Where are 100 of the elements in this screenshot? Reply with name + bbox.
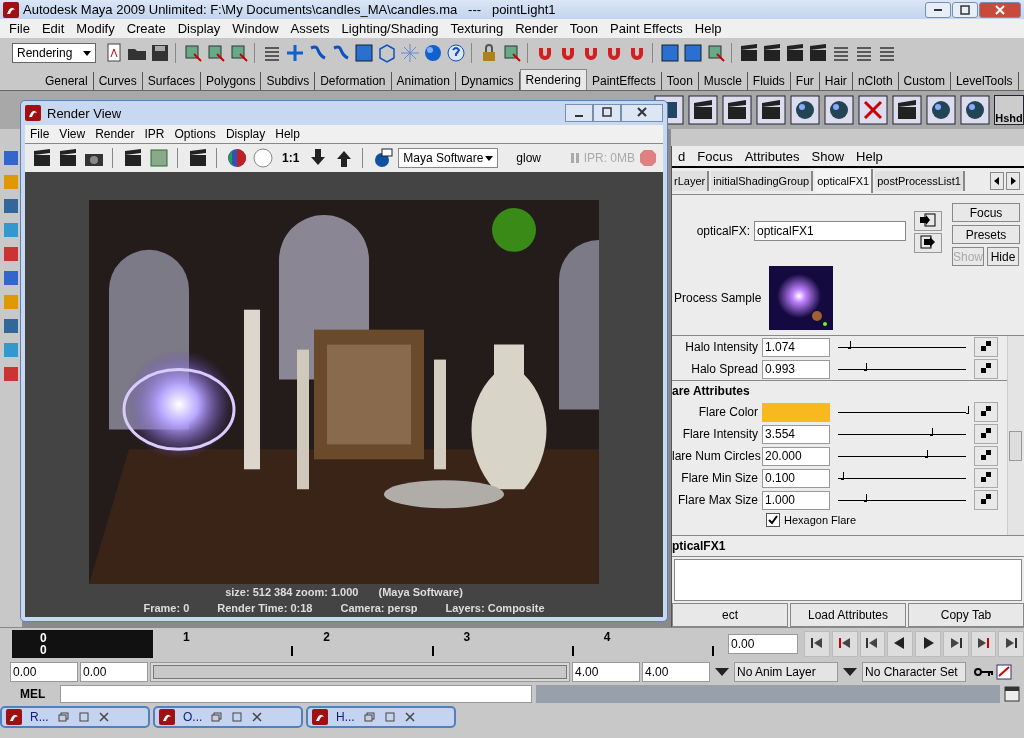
node-tab[interactable]: postProcessList1	[875, 171, 965, 191]
question-icon[interactable]	[445, 42, 467, 64]
tool-icon[interactable]	[2, 269, 20, 287]
attribute-editor-button[interactable]: Load Attributes	[790, 603, 906, 627]
map-texture-button[interactable]	[974, 359, 998, 379]
dropdown-arrow-icon[interactable]	[843, 667, 857, 677]
minimize-button[interactable]	[565, 104, 593, 122]
focus-button[interactable]: Focus	[952, 203, 1020, 222]
nextkey-button[interactable]	[970, 631, 997, 657]
range-slider-bar[interactable]	[153, 665, 567, 679]
sphere-icon[interactable]	[422, 42, 444, 64]
plus-icon[interactable]	[284, 42, 306, 64]
square-icon[interactable]	[659, 42, 681, 64]
slider-thumb[interactable]	[848, 340, 852, 349]
menu-item[interactable]: Texturing	[444, 21, 510, 36]
map-texture-button[interactable]	[974, 490, 998, 510]
shelf-tab[interactable]: Rendering	[519, 69, 587, 90]
maximize-icon[interactable]	[384, 712, 396, 722]
maximize-button[interactable]	[593, 104, 621, 122]
node-tab[interactable]: opticalFX1	[815, 169, 874, 193]
close-button[interactable]	[979, 1, 1021, 18]
value-field[interactable]: 1.074	[762, 337, 830, 357]
input-connections-button[interactable]	[914, 211, 942, 231]
attribute-editor-button[interactable]: Copy Tab	[908, 603, 1024, 627]
menu-item[interactable]: Assets	[284, 21, 336, 36]
node-tab[interactable]: initialShadingGroup	[711, 171, 814, 191]
menu-set-dropdown[interactable]: Rendering	[12, 43, 96, 63]
close-icon[interactable]	[251, 712, 263, 722]
restore-icon[interactable]	[364, 712, 376, 722]
slider-thumb[interactable]	[863, 493, 867, 502]
command-field[interactable]	[60, 685, 532, 703]
preferences-icon[interactable]	[996, 664, 1012, 680]
cube-icon[interactable]	[376, 42, 398, 64]
disc-icon[interactable]	[252, 147, 274, 169]
presets-button[interactable]: Presets	[952, 225, 1020, 244]
close-icon[interactable]	[404, 712, 416, 722]
menu-item[interactable]: Show	[805, 148, 851, 164]
menu-item[interactable]: Create	[120, 21, 172, 36]
menu-item[interactable]: Render	[90, 127, 140, 141]
notes-field[interactable]	[674, 559, 1022, 601]
map-texture-button[interactable]	[974, 446, 998, 466]
slider-thumb[interactable]	[930, 427, 934, 436]
square-icon[interactable]	[682, 42, 704, 64]
clapper-icon[interactable]	[122, 147, 144, 169]
clapper-icon[interactable]	[784, 42, 806, 64]
tool-icon[interactable]	[2, 317, 20, 335]
menu-item[interactable]: Help	[688, 21, 728, 36]
menu-item[interactable]: Help	[850, 148, 889, 164]
prevframe-button[interactable]	[859, 631, 886, 657]
output-connections-button[interactable]	[914, 233, 942, 253]
tool-icon[interactable]	[2, 365, 20, 383]
menu-item[interactable]: IPR	[139, 127, 170, 141]
clapper-icon[interactable]	[738, 42, 760, 64]
box-icon[interactable]	[501, 42, 523, 64]
node-tab[interactable]: rLayer	[672, 171, 710, 191]
menu-item[interactable]: Help	[270, 127, 305, 141]
end-time-field[interactable]: 4.00	[642, 662, 710, 682]
menu-item[interactable]: Display	[171, 21, 227, 36]
slider-thumb[interactable]	[840, 471, 844, 480]
clapper-icon[interactable]	[807, 42, 829, 64]
box-icon[interactable]	[205, 42, 227, 64]
last-button[interactable]	[998, 631, 1024, 657]
current-frame-marker[interactable]: 0 0	[12, 630, 153, 658]
value-field[interactable]: 20.000	[762, 446, 830, 466]
renderer-dropdown[interactable]: Maya Software	[398, 148, 499, 168]
map-texture-button[interactable]	[974, 468, 998, 488]
node-name-field[interactable]: opticalFX1	[754, 221, 906, 241]
nextframe-button[interactable]	[942, 631, 969, 657]
slider-thumb[interactable]	[863, 362, 867, 371]
minimize-button[interactable]	[925, 1, 951, 18]
dropdown-arrow-icon[interactable]	[715, 667, 729, 677]
menu-item[interactable]: View	[54, 127, 91, 141]
start-time-field[interactable]: 0.00	[10, 662, 78, 682]
menu-item[interactable]: Lighting/Shading	[335, 21, 445, 36]
script-editor-icon[interactable]	[1004, 686, 1020, 702]
value-field[interactable]: 1.000	[762, 490, 830, 510]
menu-item[interactable]: File	[25, 127, 55, 141]
menu-item[interactable]: Attributes	[738, 148, 806, 164]
color-swatch[interactable]	[762, 402, 830, 422]
value-field[interactable]: 3.554	[762, 424, 830, 444]
anim-layer-dropdown[interactable]: No Anim Layer	[734, 662, 838, 682]
map-texture-button[interactable]	[974, 424, 998, 444]
attribute-editor-button[interactable]: ect	[672, 603, 788, 627]
map-texture-button[interactable]	[974, 337, 998, 357]
scrollbar[interactable]	[1007, 336, 1024, 535]
box-icon[interactable]	[705, 42, 727, 64]
tool-icon[interactable]	[2, 245, 20, 263]
close-icon[interactable]	[98, 712, 110, 722]
restore-icon[interactable]	[211, 712, 223, 722]
first-button[interactable]	[804, 631, 830, 657]
star-icon[interactable]	[399, 42, 421, 64]
minimized-window[interactable]: R...	[0, 706, 150, 728]
box-icon[interactable]	[858, 95, 888, 125]
value-field[interactable]: 0.100	[762, 468, 830, 488]
minimized-window[interactable]: O...	[153, 706, 303, 728]
clapper-icon[interactable]	[187, 147, 209, 169]
slider-thumb[interactable]	[966, 405, 969, 414]
menu-item[interactable]: Focus	[691, 148, 739, 164]
slider-thumb[interactable]	[925, 449, 929, 458]
prevkey-button[interactable]	[831, 631, 858, 657]
